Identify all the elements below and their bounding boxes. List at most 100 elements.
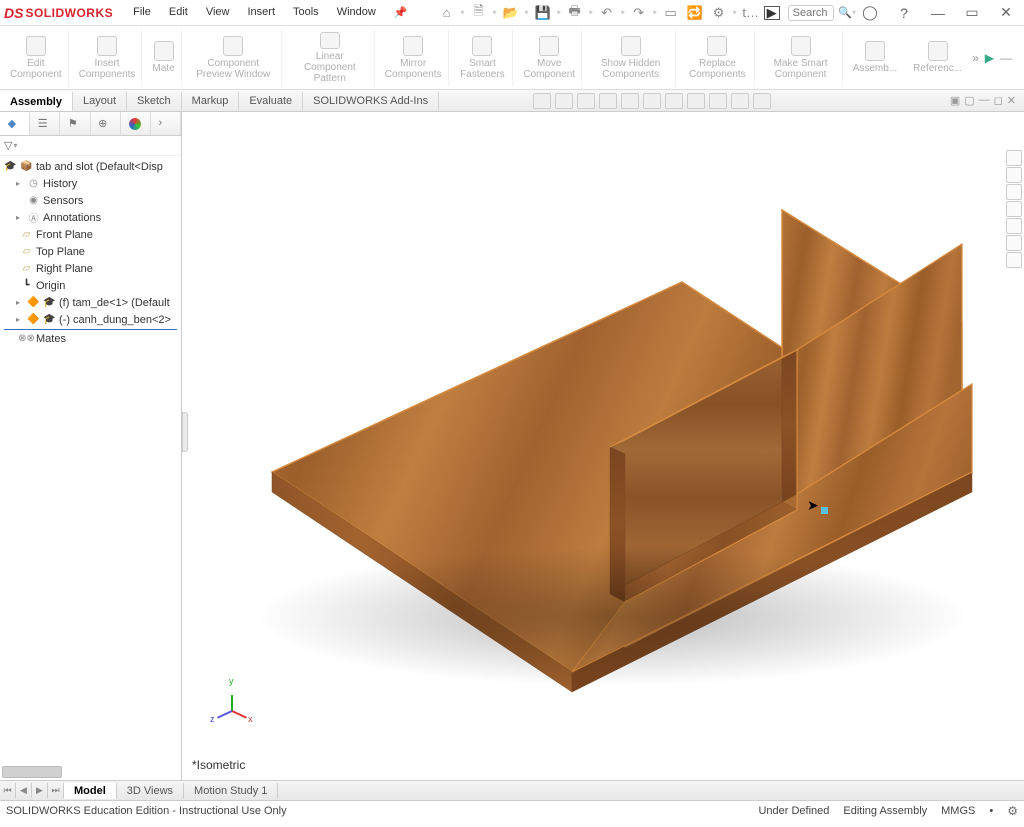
expand-icon[interactable]: ▸ — [16, 298, 24, 307]
search-icon[interactable]: 🔍 — [838, 6, 852, 19]
maximize-button[interactable]: ▭ — [958, 3, 986, 23]
taskpane-custom-props-icon[interactable] — [1006, 252, 1022, 268]
bottom-tab-model[interactable]: Model — [64, 783, 117, 799]
tab-evaluate[interactable]: Evaluate — [239, 92, 303, 110]
select-icon[interactable]: ▭ — [660, 3, 682, 23]
tree-part-canh-dung-ben[interactable]: ▸🔶🎓(-) canh_dung_ben<2> — [0, 311, 181, 328]
zoom-area-icon[interactable] — [555, 93, 573, 109]
tree-sensors[interactable]: ◉Sensors — [0, 192, 181, 209]
ribbon-mate[interactable]: Mate — [146, 30, 181, 86]
rebuild-icon[interactable]: 🔁 — [684, 3, 706, 23]
new-icon[interactable]: 🗎 — [468, 3, 490, 23]
tree-history[interactable]: ▸◷History — [0, 175, 181, 192]
tree-root[interactable]: 🎓 📦 tab and slot (Default<Disp — [0, 158, 181, 175]
print-icon[interactable]: 🖶 — [564, 3, 586, 23]
doc-max2-icon[interactable]: ◻ — [994, 94, 1003, 107]
taskpane-view-palette-icon[interactable] — [1006, 218, 1022, 234]
dimxpert-manager-tab-icon[interactable]: ⊕ — [91, 112, 121, 135]
minimize-button[interactable]: — — [924, 3, 952, 23]
orientation-triad[interactable]: x y z — [212, 680, 252, 720]
open-icon[interactable]: 📂 — [500, 3, 522, 23]
menu-file[interactable]: File — [125, 3, 159, 22]
home-icon[interactable]: ⌂ — [436, 3, 458, 23]
status-units-label[interactable]: MMGS — [941, 805, 975, 817]
doc-minimize-icon[interactable]: — — [979, 94, 990, 107]
menu-pin-icon[interactable]: 📌 — [386, 3, 416, 22]
hide-show-icon[interactable] — [665, 93, 683, 109]
menu-insert[interactable]: Insert — [239, 3, 283, 22]
save-icon[interactable]: 💾 — [532, 3, 554, 23]
nav-first-icon[interactable]: ⏮ — [0, 783, 16, 798]
display-style-icon[interactable] — [643, 93, 661, 109]
options-icon[interactable]: ⚙ — [708, 3, 730, 23]
section-view-icon[interactable] — [599, 93, 617, 109]
manager-tabs-overflow-icon[interactable]: › — [151, 112, 181, 135]
undo-icon[interactable]: ↶ — [596, 3, 618, 23]
ribbon-replace-components[interactable]: Replace Components — [680, 30, 755, 86]
bottom-tab-motion-study[interactable]: Motion Study 1 — [184, 783, 278, 799]
filter-funnel-icon[interactable]: ▽ — [4, 139, 12, 152]
tab-markup[interactable]: Markup — [182, 92, 240, 110]
expand-icon[interactable]: ▸ — [16, 213, 24, 222]
configuration-manager-tab-icon[interactable]: ⚑ — [60, 112, 90, 135]
ribbon-move-component[interactable]: Move Component — [517, 30, 582, 86]
tree-annotations[interactable]: ▸ⒶAnnotations — [0, 209, 181, 226]
display-manager-tab-icon[interactable] — [121, 112, 151, 135]
edit-appearance-icon[interactable] — [687, 93, 705, 109]
taskpane-home-icon[interactable] — [1006, 150, 1022, 166]
ribbon-play-icon[interactable]: ▶ — [985, 51, 994, 65]
ribbon-mirror-components[interactable]: Mirror Components — [379, 30, 449, 86]
taskpane-file-explorer-icon[interactable] — [1006, 201, 1022, 217]
filter-dropdown-icon[interactable]: ▾ — [13, 141, 17, 150]
zoom-fit-icon[interactable] — [533, 93, 551, 109]
feature-manager-tab-icon[interactable]: ◆ — [0, 112, 30, 135]
taskpane-resources-icon[interactable] — [1006, 167, 1022, 183]
doc-restore-icon[interactable]: ▣ — [950, 94, 960, 107]
ribbon-smart-fasteners[interactable]: Smart Fasteners — [453, 30, 514, 86]
ribbon-dash-icon[interactable]: — — [1000, 51, 1012, 65]
search-input[interactable] — [793, 7, 830, 19]
tab-layout[interactable]: Layout — [73, 92, 127, 110]
menu-edit[interactable]: Edit — [161, 3, 196, 22]
tree-front-plane[interactable]: ▱Front Plane — [0, 226, 181, 243]
apply-scene-icon[interactable] — [709, 93, 727, 109]
nav-next-icon[interactable]: ▶ — [32, 783, 48, 798]
graphics-viewport[interactable]: ➤ x y z *Isometric — [182, 112, 1024, 780]
doc-close-icon[interactable]: ✕ — [1007, 94, 1016, 107]
ribbon-make-smart-component[interactable]: Make Smart Component — [759, 30, 842, 86]
ribbon-component-preview[interactable]: Component Preview Window — [186, 30, 282, 86]
ribbon-assembly-features[interactable]: Assemb... — [847, 30, 903, 86]
ribbon-expand-icon[interactable]: » — [972, 51, 979, 65]
render-tools-icon[interactable] — [753, 93, 771, 109]
overflow-icon[interactable]: t… — [740, 3, 762, 23]
expand-icon[interactable]: ▸ — [16, 179, 24, 188]
view-orientation-icon[interactable] — [621, 93, 639, 109]
close-button[interactable]: ✕ — [992, 3, 1020, 23]
previous-view-icon[interactable] — [577, 93, 595, 109]
tree-right-plane[interactable]: ▱Right Plane — [0, 260, 181, 277]
bottom-tab-3d-views[interactable]: 3D Views — [117, 783, 184, 799]
ribbon-linear-pattern[interactable]: Linear Component Pattern — [286, 30, 375, 86]
view-settings-icon[interactable] — [731, 93, 749, 109]
menu-window[interactable]: Window — [329, 3, 384, 22]
panel-scrollbar[interactable] — [2, 766, 62, 778]
play-icon[interactable]: ▶ — [764, 6, 780, 20]
taskpane-design-library-icon[interactable] — [1006, 184, 1022, 200]
expand-icon[interactable]: ▸ — [16, 315, 24, 324]
tree-part-tam-de[interactable]: ▸🔶🎓(f) tam_de<1> (Default — [0, 294, 181, 311]
help-icon[interactable]: ? — [890, 3, 918, 23]
ribbon-reference-geometry[interactable]: Referenc... — [907, 30, 968, 86]
tree-top-plane[interactable]: ▱Top Plane — [0, 243, 181, 260]
tree-mates[interactable]: ⊗⊗Mates — [0, 330, 181, 347]
status-gear-icon[interactable]: ⚙ — [1007, 804, 1018, 818]
tab-sketch[interactable]: Sketch — [127, 92, 182, 110]
redo-icon[interactable]: ↷ — [628, 3, 650, 23]
ribbon-edit-component[interactable]: Edit Component — [4, 30, 69, 86]
menu-view[interactable]: View — [198, 3, 238, 22]
property-manager-tab-icon[interactable]: ☰ — [30, 112, 60, 135]
ribbon-show-hidden[interactable]: Show Hidden Components — [586, 30, 676, 86]
search-commands[interactable] — [788, 5, 835, 21]
tree-origin[interactable]: ┗Origin — [0, 277, 181, 294]
panel-splitter-handle[interactable] — [182, 412, 188, 452]
menu-tools[interactable]: Tools — [285, 3, 327, 22]
